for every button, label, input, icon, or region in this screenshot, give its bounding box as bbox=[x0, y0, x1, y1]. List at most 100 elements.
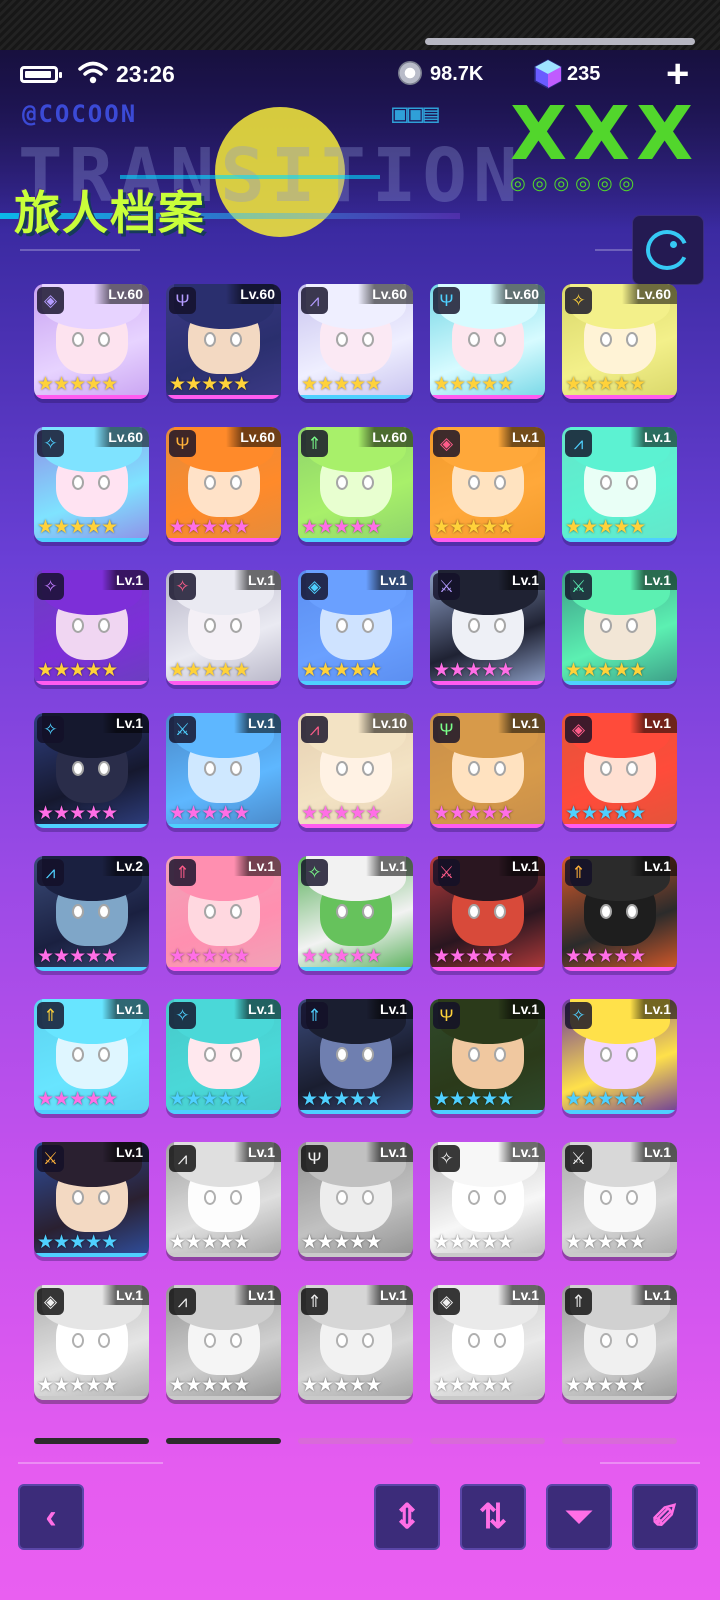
class-icon: ✧ bbox=[565, 287, 592, 314]
character-card[interactable]: Ψ Lv.60 ★★★★★ bbox=[166, 427, 281, 542]
level-label: Lv.1 bbox=[366, 570, 413, 590]
level-label: Lv.1 bbox=[630, 1285, 677, 1305]
partial-card bbox=[34, 1438, 149, 1444]
character-card[interactable]: ✧ Lv.1 ★★★★★ bbox=[298, 856, 413, 971]
character-card[interactable]: ✧ Lv.60 ★★★★★ bbox=[34, 427, 149, 542]
character-card[interactable]: ⩘ Lv.60 ★★★★★ bbox=[298, 284, 413, 399]
star-rating: ★★★★★ bbox=[301, 660, 382, 681]
character-card[interactable]: ⇑ Lv.1 ★★★★★ bbox=[562, 856, 677, 971]
character-card[interactable]: ⚔ Lv.1 ★★★★★ bbox=[166, 713, 281, 828]
portrait-eye bbox=[600, 475, 612, 490]
level-label: Lv.1 bbox=[498, 570, 545, 590]
portrait-eye bbox=[204, 618, 216, 633]
character-card[interactable]: ⩘ Lv.2 ★★★★★ bbox=[34, 856, 149, 971]
level-label: Lv.60 bbox=[622, 284, 677, 304]
level-label: Lv.1 bbox=[366, 1285, 413, 1305]
character-card[interactable]: ⇑ Lv.1 ★★★★★ bbox=[562, 1285, 677, 1400]
character-card[interactable]: ⚔ Lv.1 ★★★★★ bbox=[562, 1142, 677, 1257]
level-label: Lv.1 bbox=[234, 713, 281, 733]
character-card[interactable]: ⚔ Lv.1 ★★★★★ bbox=[562, 570, 677, 685]
class-icon: ⩘ bbox=[37, 859, 64, 886]
character-card[interactable]: ⇑ Lv.1 ★★★★★ bbox=[34, 999, 149, 1114]
star-rating: ★★★★★ bbox=[301, 1089, 382, 1110]
portrait-eye bbox=[494, 1047, 506, 1062]
character-card[interactable]: ✧ Lv.1 ★★★★★ bbox=[430, 1142, 545, 1257]
rarity-bar bbox=[562, 538, 677, 542]
partial-card bbox=[562, 1438, 677, 1444]
character-card[interactable]: ◈ Lv.1 ★★★★★ bbox=[562, 713, 677, 828]
character-card[interactable]: ✧ Lv.1 ★★★★★ bbox=[34, 713, 149, 828]
portrait-eye bbox=[72, 618, 84, 633]
portrait-eye bbox=[468, 618, 480, 633]
character-card[interactable]: ◈ Lv.1 ★★★★★ bbox=[298, 570, 413, 685]
character-card[interactable]: ✧ Lv.1 ★★★★★ bbox=[166, 999, 281, 1114]
class-icon: Ψ bbox=[433, 716, 460, 743]
character-card[interactable]: ⚔ Lv.1 ★★★★★ bbox=[430, 856, 545, 971]
character-card[interactable]: ⩘ Lv.1 ★★★★★ bbox=[562, 427, 677, 542]
level-label: Lv.1 bbox=[234, 1285, 281, 1305]
rarity-bar bbox=[34, 1396, 149, 1400]
collapse-expand-button[interactable]: ⇕ bbox=[374, 1484, 440, 1550]
character-card[interactable]: Ψ Lv.1 ★★★★★ bbox=[430, 713, 545, 828]
portrait-eye bbox=[362, 1047, 374, 1062]
portrait-eye bbox=[626, 618, 638, 633]
character-card[interactable]: ◈ Lv.60 ★★★★★ bbox=[34, 284, 149, 399]
character-card[interactable]: Ψ Lv.1 ★★★★★ bbox=[430, 999, 545, 1114]
back-button[interactable]: ‹ bbox=[18, 1484, 84, 1550]
character-card[interactable]: ⩘ Lv.1 ★★★★★ bbox=[166, 1285, 281, 1400]
character-card[interactable]: ✧ Lv.1 ★★★★★ bbox=[562, 999, 677, 1114]
level-label: Lv.1 bbox=[234, 1142, 281, 1162]
add-currency-button[interactable]: + bbox=[666, 54, 689, 94]
character-card[interactable]: ✧ Lv.1 ★★★★★ bbox=[34, 570, 149, 685]
character-card[interactable]: ◈ Lv.1 ★★★★★ bbox=[430, 1285, 545, 1400]
star-rating: ★★★★★ bbox=[301, 1232, 382, 1253]
character-card[interactable]: Ψ Lv.1 ★★★★★ bbox=[298, 1142, 413, 1257]
portrait-eye bbox=[626, 1047, 638, 1062]
sort-order-button[interactable]: ⇅ bbox=[460, 1484, 526, 1550]
character-card[interactable]: Ψ Lv.60 ★★★★★ bbox=[166, 284, 281, 399]
divider bbox=[18, 1462, 163, 1464]
character-card[interactable]: ◈ Lv.1 ★★★★★ bbox=[430, 427, 545, 542]
character-card[interactable]: ✧ Lv.60 ★★★★★ bbox=[562, 284, 677, 399]
class-icon: Ψ bbox=[433, 1002, 460, 1029]
level-label: Lv.60 bbox=[226, 427, 281, 447]
character-card[interactable]: ◈ Lv.1 ★★★★★ bbox=[34, 1285, 149, 1400]
star-rating: ★★★★★ bbox=[565, 1232, 646, 1253]
character-card[interactable]: Ψ Lv.60 ★★★★★ bbox=[430, 284, 545, 399]
character-card[interactable]: ⩘ Lv.1 ★★★★★ bbox=[166, 1142, 281, 1257]
character-card[interactable]: ⚔ Lv.1 ★★★★★ bbox=[34, 1142, 149, 1257]
class-icon: ✧ bbox=[169, 573, 196, 600]
character-card[interactable]: ⇑ Lv.1 ★★★★★ bbox=[166, 856, 281, 971]
divider bbox=[20, 249, 140, 251]
class-icon: ⩘ bbox=[169, 1288, 196, 1315]
character-card[interactable]: ⚔ Lv.1 ★★★★★ bbox=[430, 570, 545, 685]
portrait-eye bbox=[494, 618, 506, 633]
portrait-eye bbox=[98, 475, 110, 490]
rarity-bar bbox=[166, 395, 281, 399]
rarity-bar bbox=[430, 1110, 545, 1114]
class-icon: ⚔ bbox=[169, 716, 196, 743]
character-card[interactable]: ⇑ Lv.1 ★★★★★ bbox=[298, 1285, 413, 1400]
portrait-eye bbox=[230, 904, 242, 919]
pacman-menu-button[interactable] bbox=[632, 215, 704, 285]
tag-button[interactable]: ✐ bbox=[632, 1484, 698, 1550]
portrait-eye bbox=[204, 1047, 216, 1062]
class-icon: ✧ bbox=[433, 1145, 460, 1172]
character-card[interactable]: ⩘ Lv.10 ★★★★★ bbox=[298, 713, 413, 828]
divider bbox=[600, 1462, 700, 1464]
star-rating: ★★★★★ bbox=[169, 1089, 250, 1110]
page-title: 旅人档案 bbox=[14, 186, 206, 240]
character-card[interactable]: ⇑ Lv.60 ★★★★★ bbox=[298, 427, 413, 542]
banner-dots: ◎◎◎◎◎◎ bbox=[510, 173, 641, 193]
character-card[interactable]: ✧ Lv.1 ★★★★★ bbox=[166, 570, 281, 685]
filter-button[interactable]: ⏷ bbox=[546, 1484, 612, 1550]
class-icon: ✧ bbox=[37, 430, 64, 457]
portrait-eye bbox=[72, 332, 84, 347]
portrait-eye bbox=[230, 761, 242, 776]
drag-handle[interactable] bbox=[425, 38, 695, 45]
level-label: Lv.1 bbox=[498, 427, 545, 447]
class-icon: ◈ bbox=[37, 1288, 64, 1315]
level-label: Lv.1 bbox=[366, 999, 413, 1019]
star-rating: ★★★★★ bbox=[433, 1375, 514, 1396]
character-card[interactable]: ⇑ Lv.1 ★★★★★ bbox=[298, 999, 413, 1114]
